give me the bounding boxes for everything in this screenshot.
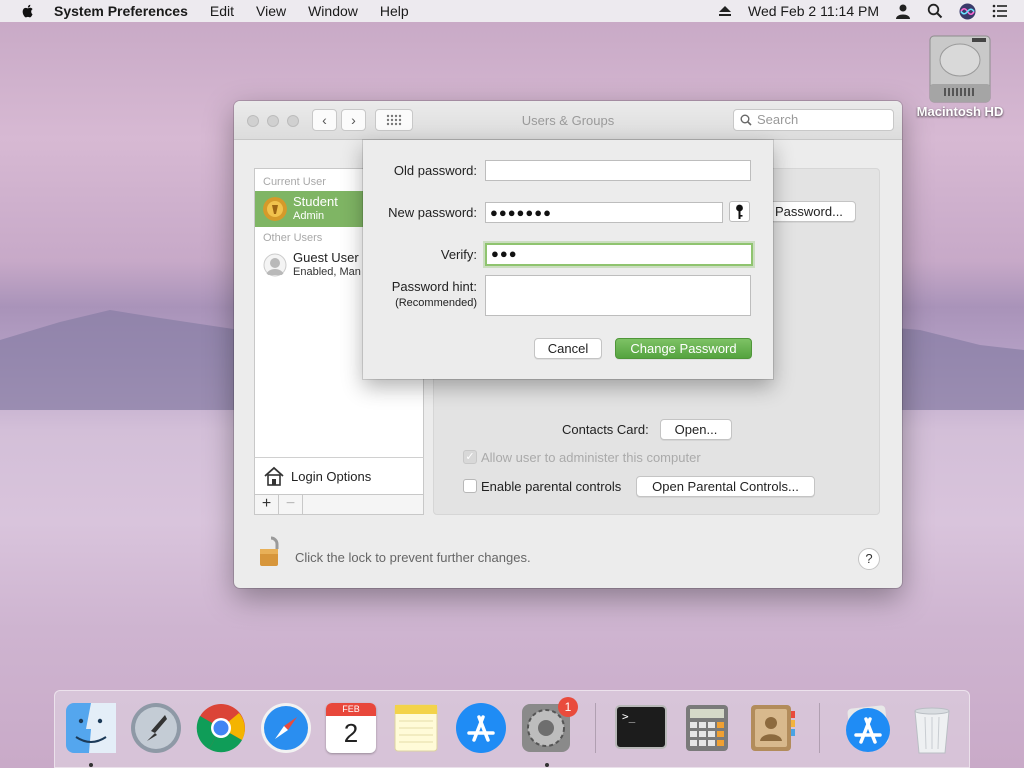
- finder-running-indicator: [89, 763, 93, 767]
- login-options-row[interactable]: Login Options: [254, 457, 424, 495]
- password-hint-sublabel: (Recommended): [395, 297, 477, 309]
- menu-bar: System Preferences Edit View Window Help…: [0, 0, 1024, 22]
- spotlight-search-icon[interactable]: [927, 3, 943, 19]
- student-avatar: [263, 197, 287, 221]
- password-hint-label: Password hint:: [391, 279, 477, 294]
- menu-view[interactable]: View: [256, 3, 286, 19]
- system-preferences-running-indicator: [545, 763, 549, 767]
- change-password-sheet: Old password: New password: ●●●●●●● Veri…: [363, 140, 773, 379]
- apple-menu-icon[interactable]: [20, 3, 36, 19]
- old-password-label: Old password:: [393, 163, 477, 178]
- calendar-icon[interactable]: FEB 2: [326, 703, 376, 753]
- eject-icon[interactable]: [718, 5, 732, 17]
- remove-user-button[interactable]: −: [279, 495, 303, 514]
- login-options-label: Login Options: [291, 469, 372, 484]
- notification-center-icon[interactable]: [992, 4, 1008, 18]
- key-icon: [736, 204, 743, 219]
- calculator-icon[interactable]: [680, 701, 734, 755]
- cancel-button[interactable]: Cancel: [534, 338, 602, 359]
- open-parental-controls-button[interactable]: Open Parental Controls...: [636, 476, 815, 497]
- help-button[interactable]: ?: [858, 548, 880, 570]
- menu-app-name[interactable]: System Preferences: [54, 3, 188, 19]
- house-icon: [264, 466, 284, 486]
- new-password-label: New password:: [388, 205, 477, 220]
- guest-name: Guest User: [293, 250, 359, 265]
- guest-avatar: [263, 253, 287, 277]
- parental-controls-label: Enable parental controls: [481, 479, 622, 494]
- search-field[interactable]: Search: [733, 109, 894, 131]
- contacts-icon[interactable]: [745, 701, 799, 755]
- menu-help[interactable]: Help: [380, 3, 409, 19]
- siri-icon[interactable]: [959, 3, 976, 20]
- change-password-button[interactable]: Password...: [766, 201, 856, 222]
- lock-message: Click the lock to prevent further change…: [295, 550, 531, 565]
- trash-icon[interactable]: [905, 701, 959, 755]
- terminal-icon[interactable]: >_: [615, 705, 667, 749]
- safari-icon[interactable]: [259, 701, 313, 755]
- user-icon[interactable]: [895, 3, 911, 19]
- new-password-field[interactable]: ●●●●●●●: [485, 202, 723, 223]
- change-password-confirm-button[interactable]: Change Password: [615, 338, 752, 359]
- password-assistant-button[interactable]: [729, 201, 750, 222]
- downloads-stack-icon[interactable]: [841, 701, 895, 755]
- dock-separator: [595, 703, 596, 753]
- verify-label: Verify:: [440, 247, 477, 262]
- allow-admin-label: Allow user to administer this computer: [481, 450, 701, 465]
- notification-badge: 1: [558, 697, 578, 717]
- add-user-button[interactable]: +: [255, 495, 279, 514]
- notes-icon[interactable]: [389, 701, 443, 755]
- open-contacts-button[interactable]: Open...: [660, 419, 732, 440]
- other-users-header: Other Users: [263, 232, 323, 244]
- verify-field[interactable]: ●●●: [485, 243, 753, 266]
- search-icon: [740, 114, 752, 126]
- calendar-day: 2: [343, 718, 359, 748]
- dock: FEB 2 1 >_: [54, 690, 970, 768]
- search-placeholder: Search: [757, 112, 799, 127]
- allow-admin-checkbox[interactable]: ✓: [463, 450, 477, 464]
- finder-icon[interactable]: [64, 701, 118, 755]
- add-remove-bar: + −: [254, 494, 424, 515]
- dock-separator-2: [819, 703, 820, 753]
- menu-window[interactable]: Window: [308, 3, 358, 19]
- parental-controls-checkbox[interactable]: [463, 479, 477, 493]
- app-store-icon[interactable]: [454, 701, 508, 755]
- contacts-card-label: Contacts Card:: [562, 422, 649, 437]
- student-role: Admin: [293, 210, 325, 222]
- old-password-field[interactable]: [485, 160, 751, 181]
- current-user-header: Current User: [263, 176, 326, 188]
- password-hint-field[interactable]: [485, 275, 751, 316]
- menu-edit[interactable]: Edit: [210, 3, 234, 19]
- chrome-icon[interactable]: [194, 701, 248, 755]
- macintosh-hd-desktop-item[interactable]: Macintosh HD: [912, 30, 1008, 119]
- hard-drive-icon: [922, 30, 998, 110]
- menu-clock[interactable]: Wed Feb 2 11:14 PM: [748, 3, 879, 19]
- launchpad-icon[interactable]: [129, 701, 183, 755]
- lock-icon[interactable]: [258, 535, 284, 569]
- student-name: Student: [293, 194, 338, 209]
- terminal-prompt: >_: [622, 710, 636, 723]
- title-bar: ‹ › Users & Groups Search: [234, 101, 902, 140]
- calendar-month: FEB: [326, 703, 376, 716]
